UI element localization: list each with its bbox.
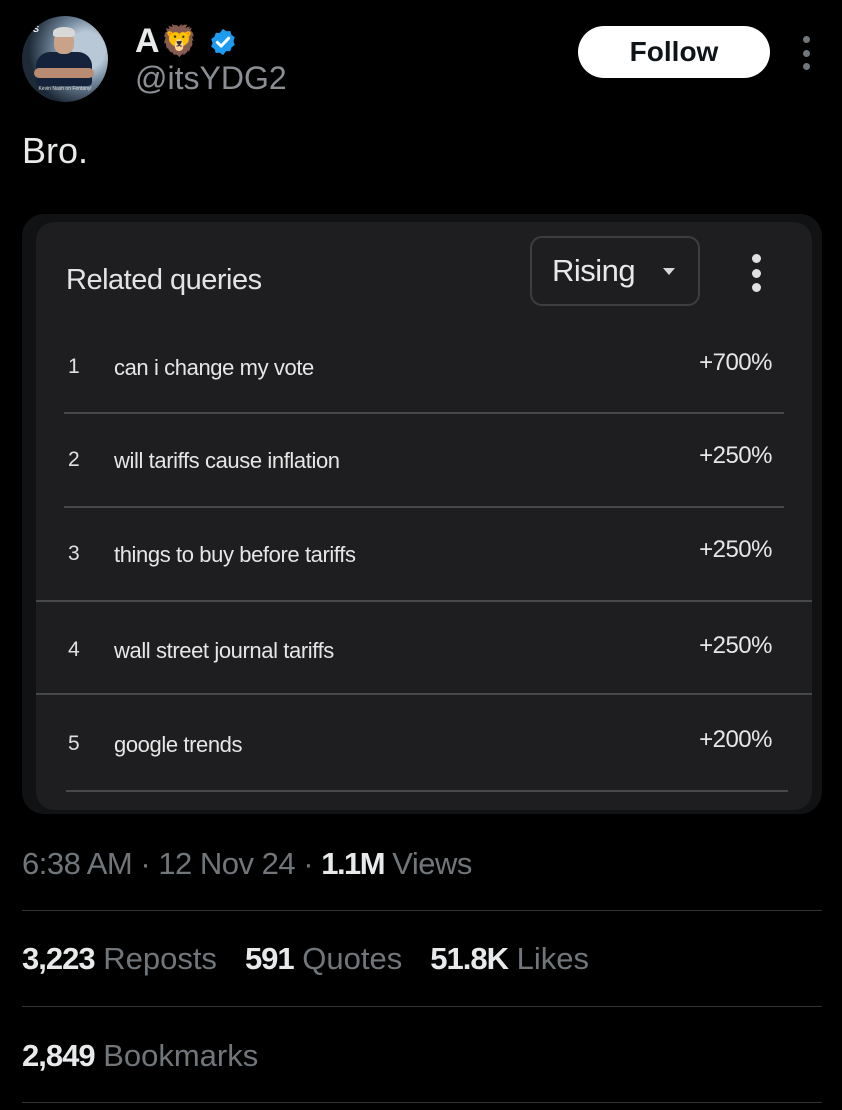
tweet-media-image[interactable]: Related queries Rising 1 can i change my… [22, 214, 822, 814]
views-count: 1.1M [321, 846, 385, 881]
quotes-label: Quotes [302, 941, 403, 976]
reposts-label: Reposts [103, 941, 217, 976]
query-text: google trends [114, 732, 243, 757]
section-divider [22, 1102, 822, 1103]
row-divider [36, 600, 812, 602]
filter-selected-value: Rising [552, 253, 636, 288]
related-queries-card: Related queries Rising 1 can i change my… [36, 222, 812, 810]
author-handle[interactable]: @itsYDG2 [135, 60, 287, 97]
query-text: will tariffs cause inflation [114, 448, 340, 473]
query-change: +250% [699, 536, 772, 563]
more-options-icon[interactable] [796, 36, 816, 70]
reposts-count: 3,223 [22, 941, 96, 976]
query-rank: 5 [68, 732, 80, 755]
row-divider [64, 506, 784, 508]
row-divider [66, 790, 788, 792]
author-avatar[interactable]: 4S Kevin Nash on Fentanyl [22, 16, 108, 102]
likes-stat[interactable]: 51.8K Likes [430, 941, 589, 977]
likes-label: Likes [516, 941, 589, 976]
query-text: can i change my vote [114, 355, 314, 380]
verified-badge-icon [211, 28, 235, 55]
query-change: +250% [699, 632, 772, 659]
bookmarks-count: 2,849 [22, 1038, 96, 1073]
query-text: things to buy before tariffs [114, 542, 356, 567]
avatar-caption: Kevin Nash on Fentanyl [38, 86, 92, 92]
query-rank: 2 [68, 448, 80, 471]
quotes-stat[interactable]: 591 Quotes [245, 941, 402, 977]
meta-separator: · [303, 846, 322, 881]
lion-emoji-icon: 🦁 [160, 24, 198, 58]
query-row[interactable]: 4 wall street journal tariffs +250% [36, 632, 812, 732]
author-name-row[interactable]: A 🦁 [135, 22, 238, 61]
card-menu-icon[interactable] [748, 254, 764, 292]
query-row[interactable]: 1 can i change my vote +700% [36, 349, 812, 449]
query-change: +250% [699, 442, 772, 469]
query-rank: 3 [68, 542, 80, 565]
dropdown-caret-icon [663, 267, 676, 275]
engagement-stats: 3,223 Reposts 591 Quotes 51.8K Likes [22, 941, 589, 977]
query-text: wall street journal tariffs [114, 638, 334, 663]
row-divider [64, 412, 784, 414]
filter-dropdown[interactable]: Rising [530, 236, 700, 306]
section-divider [22, 910, 822, 911]
card-title: Related queries [66, 264, 262, 296]
avatar-figure-arms [34, 68, 94, 78]
meta-separator: · [140, 846, 159, 881]
avatar-logo: 4S [28, 24, 40, 34]
tweet-time[interactable]: 6:38 AM [22, 846, 133, 881]
query-change: +200% [699, 726, 772, 753]
query-change: +700% [699, 349, 772, 376]
author-display-name[interactable]: A [135, 22, 160, 61]
section-divider [22, 1006, 822, 1007]
follow-button[interactable]: Follow [578, 26, 770, 78]
query-rank: 4 [68, 638, 80, 661]
tweet-meta: 6:38 AM · 12 Nov 24 · 1.1M Views [22, 846, 472, 882]
bookmarks-label: Bookmarks [103, 1038, 259, 1073]
tweet-text: Bro. [22, 130, 89, 171]
likes-count: 51.8K [430, 941, 509, 976]
bookmarks-stat[interactable]: 2,849 Bookmarks [22, 1038, 258, 1074]
query-row[interactable]: 5 google trends +200% [36, 726, 812, 814]
query-row[interactable]: 2 will tariffs cause inflation +250% [36, 442, 812, 542]
avatar-figure-hair [53, 27, 75, 37]
reposts-stat[interactable]: 3,223 Reposts [22, 941, 217, 977]
tweet-date[interactable]: 12 Nov 24 [158, 846, 295, 881]
query-row[interactable]: 3 things to buy before tariffs +250% [36, 536, 812, 636]
row-divider [36, 693, 812, 695]
views-label: Views [392, 846, 472, 881]
quotes-count: 591 [244, 941, 295, 976]
query-rank: 1 [68, 355, 80, 378]
